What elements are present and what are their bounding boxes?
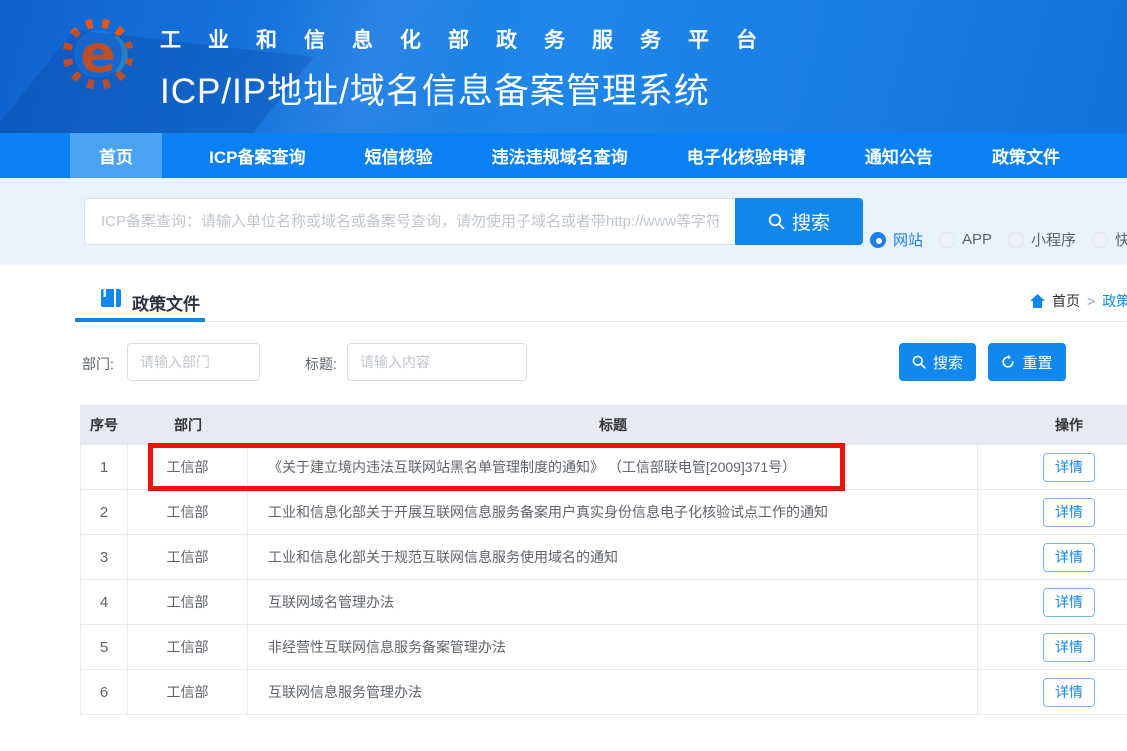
nav-item-1[interactable]: ICP备案查询 bbox=[197, 133, 317, 178]
col-header-action: 操作 bbox=[978, 415, 1127, 435]
breadcrumb-home-link[interactable]: 首页 bbox=[1052, 291, 1080, 311]
search-icon bbox=[768, 213, 785, 230]
search-type-radio-1[interactable]: APP bbox=[939, 231, 992, 248]
breadcrumb-current: 政策文件 bbox=[1102, 291, 1127, 311]
radio-dot-icon bbox=[870, 232, 886, 248]
dept-filter-label: 部门: bbox=[82, 354, 114, 374]
cell-dept: 工信部 bbox=[128, 445, 248, 489]
cell-dept: 工信部 bbox=[128, 490, 248, 534]
cell-dept: 工信部 bbox=[128, 670, 248, 714]
filter-search-button-label: 搜索 bbox=[933, 352, 963, 373]
nav-item-3[interactable]: 违法违规域名查询 bbox=[480, 133, 640, 178]
tab-divider bbox=[75, 321, 1127, 322]
col-header-dept: 部门 bbox=[128, 415, 248, 435]
cell-dept: 工信部 bbox=[128, 625, 248, 669]
policy-table-body: 1 工信部 《关于建立境内违法互联网站黑名单管理制度的通知》 （工信部联电管[2… bbox=[80, 445, 1127, 715]
search-type-radio-3[interactable]: 快应用 bbox=[1092, 229, 1127, 250]
radio-dot-icon bbox=[1008, 232, 1024, 248]
section-title: 政策文件 bbox=[132, 290, 200, 315]
icp-search-section: 搜索 网站 APP 小程序 快应用 bbox=[0, 178, 1127, 265]
cell-no: 4 bbox=[80, 580, 128, 624]
radio-label: 小程序 bbox=[1031, 229, 1076, 250]
nav-item-6[interactable]: 政策文件 bbox=[980, 133, 1072, 178]
title-filter-label: 标题: bbox=[305, 354, 337, 374]
radio-label: 网站 bbox=[893, 229, 923, 250]
cell-title: 互联网域名管理办法 bbox=[248, 580, 978, 624]
platform-title: 工业和信息化部政务服务平台 bbox=[160, 24, 784, 54]
header-titles: 工业和信息化部政务服务平台 ICP/IP地址/域名信息备案管理系统 bbox=[160, 24, 784, 114]
svg-text:e: e bbox=[80, 25, 115, 85]
cell-action: 详情 bbox=[978, 670, 1127, 714]
cell-no: 6 bbox=[80, 670, 128, 714]
site-header: e 工业和信息化部政务服务平台 ICP/IP地址/域名信息备案管理系统 bbox=[0, 0, 1127, 133]
nav-item-2[interactable]: 短信核验 bbox=[353, 133, 445, 178]
radio-label: 快应用 bbox=[1115, 229, 1127, 250]
book-icon bbox=[100, 287, 122, 309]
detail-button[interactable]: 详情 bbox=[1043, 633, 1095, 662]
cell-title: 《关于建立境内违法互联网站黑名单管理制度的通知》 （工信部联电管[2009]37… bbox=[248, 445, 978, 489]
home-icon bbox=[1030, 294, 1045, 308]
radio-dot-icon bbox=[1092, 232, 1108, 248]
cell-dept: 工信部 bbox=[128, 580, 248, 624]
cell-action: 详情 bbox=[978, 625, 1127, 669]
radio-label: APP bbox=[962, 231, 992, 248]
nav-item-5[interactable]: 通知公告 bbox=[853, 133, 945, 178]
cell-no: 1 bbox=[80, 445, 128, 489]
table-row-3: 3 工信部 工业和信息化部关于规范互联网信息服务使用域名的通知 详情 bbox=[80, 535, 1127, 580]
cell-title: 非经营性互联网信息服务备案管理办法 bbox=[248, 625, 978, 669]
icp-search-input[interactable] bbox=[84, 198, 735, 245]
icp-search-button[interactable]: 搜索 bbox=[735, 198, 863, 245]
breadcrumb-separator: > bbox=[1087, 293, 1095, 309]
detail-button[interactable]: 详情 bbox=[1043, 498, 1095, 527]
table-row-4: 4 工信部 互联网域名管理办法 详情 bbox=[80, 580, 1127, 625]
search-type-radio-2[interactable]: 小程序 bbox=[1008, 229, 1076, 250]
breadcrumb: 首页 > 政策文件 bbox=[1030, 291, 1127, 311]
cell-no: 5 bbox=[80, 625, 128, 669]
system-title: ICP/IP地址/域名信息备案管理系统 bbox=[160, 63, 784, 114]
cell-no: 2 bbox=[80, 490, 128, 534]
policy-table: 序号 部门 标题 操作 1 工信部 《关于建立境内违法互联网站黑名单管理制度的通… bbox=[80, 405, 1127, 715]
detail-button[interactable]: 详情 bbox=[1043, 543, 1095, 572]
table-row-1: 1 工信部 《关于建立境内违法互联网站黑名单管理制度的通知》 （工信部联电管[2… bbox=[80, 445, 1127, 490]
col-header-no: 序号 bbox=[80, 415, 128, 435]
icp-search-button-label: 搜索 bbox=[792, 208, 830, 235]
nav-item-4[interactable]: 电子化核验申请 bbox=[675, 133, 818, 178]
title-filter-input[interactable] bbox=[347, 343, 527, 381]
detail-button[interactable]: 详情 bbox=[1043, 588, 1095, 617]
col-header-title: 标题 bbox=[248, 415, 978, 435]
cell-no: 3 bbox=[80, 535, 128, 579]
detail-button[interactable]: 详情 bbox=[1043, 453, 1095, 482]
table-row-6: 6 工信部 互联网信息服务管理办法 详情 bbox=[80, 670, 1127, 715]
dept-filter-input[interactable] bbox=[127, 343, 260, 381]
search-icon bbox=[912, 355, 926, 369]
filter-search-button[interactable]: 搜索 bbox=[899, 343, 976, 381]
cell-action: 详情 bbox=[978, 535, 1127, 579]
radio-dot-icon bbox=[939, 232, 955, 248]
refresh-icon bbox=[1001, 355, 1015, 369]
table-row-2: 2 工信部 工业和信息化部关于开展互联网信息服务备案用户真实身份信息电子化核验试… bbox=[80, 490, 1127, 535]
search-type-radio-0[interactable]: 网站 bbox=[870, 229, 923, 250]
main-nav: 首页 ICP备案查询短信核验违法违规域名查询电子化核验申请通知公告政策文件 bbox=[0, 133, 1127, 178]
detail-button[interactable]: 详情 bbox=[1043, 678, 1095, 707]
miit-gear-e-logo-icon: e bbox=[60, 16, 136, 92]
cell-action: 详情 bbox=[978, 445, 1127, 489]
page: e 工业和信息化部政务服务平台 ICP/IP地址/域名信息备案管理系统 首页 IC… bbox=[0, 0, 1127, 751]
cell-action: 详情 bbox=[978, 490, 1127, 534]
search-type-radio-group: 网站 APP 小程序 快应用 bbox=[870, 229, 1127, 250]
policy-table-header: 序号 部门 标题 操作 bbox=[80, 405, 1127, 445]
cell-dept: 工信部 bbox=[128, 535, 248, 579]
nav-item-0[interactable]: 首页 bbox=[70, 133, 162, 178]
cell-title: 工业和信息化部关于规范互联网信息服务使用域名的通知 bbox=[248, 535, 978, 579]
cell-title: 互联网信息服务管理办法 bbox=[248, 670, 978, 714]
table-row-5: 5 工信部 非经营性互联网信息服务备案管理办法 详情 bbox=[80, 625, 1127, 670]
tab-active-underline bbox=[75, 318, 205, 322]
filter-reset-button[interactable]: 重置 bbox=[988, 343, 1066, 381]
cell-title: 工业和信息化部关于开展互联网信息服务备案用户真实身份信息电子化核验试点工作的通知 bbox=[248, 490, 978, 534]
filter-reset-button-label: 重置 bbox=[1022, 352, 1052, 373]
cell-action: 详情 bbox=[978, 580, 1127, 624]
icp-search-box: 搜索 bbox=[84, 198, 863, 245]
